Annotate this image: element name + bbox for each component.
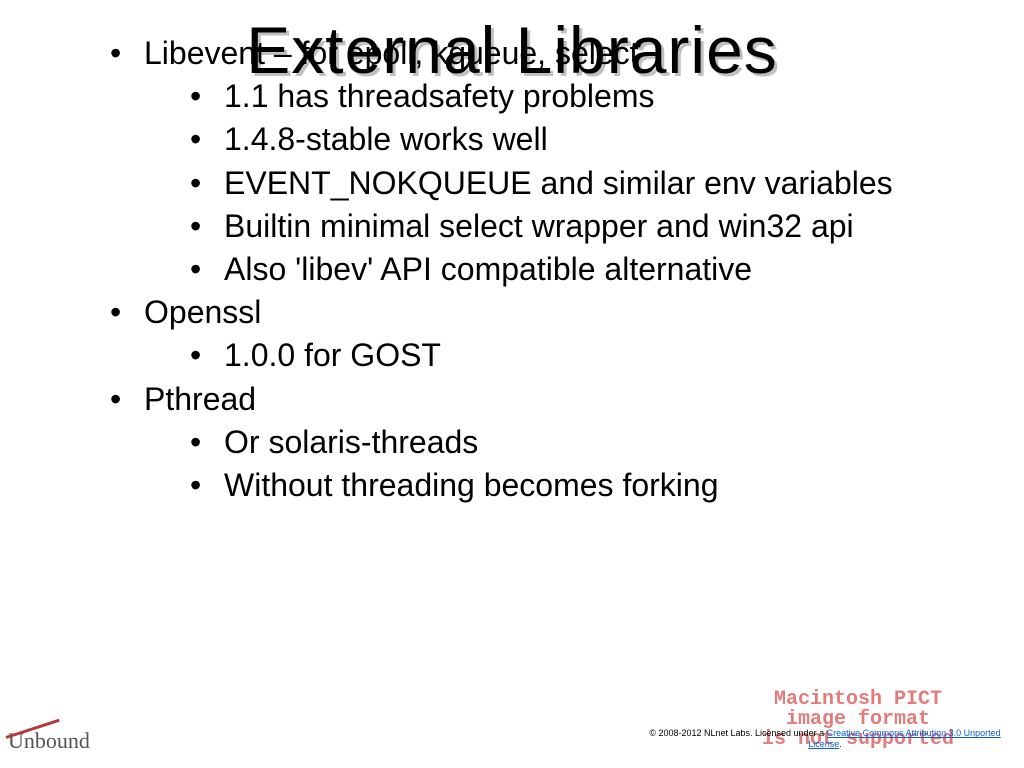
bullet-openssl: Openssl 1.0.0 for GOST (110, 291, 984, 377)
license-footer: © 2008-2012 NLnet Labs. Licensed under a… (640, 728, 1010, 750)
bullet-solaris-threads: Or solaris-threads (190, 421, 984, 464)
license-link[interactable]: Creative Commons Attribution 3.0 Unporte… (808, 728, 1000, 749)
license-prefix: © 2008-2012 NLnet Labs. Licensed under a (649, 728, 826, 738)
unbound-logo: Unbound (8, 728, 90, 754)
bullet-builtin-select: Builtin minimal select wrapper and win32… (190, 205, 984, 248)
bullet-openssl-gost: 1.0.0 for GOST (190, 334, 984, 377)
bullet-libev: Also 'libev' API compatible alternative (190, 248, 984, 291)
sub-list: Or solaris-threads Without threading bec… (190, 421, 984, 507)
bullet-pthread: Pthread Or solaris-threads Without threa… (110, 378, 984, 508)
slide: External Libraries Libevent – for epoll,… (0, 0, 1024, 768)
bullet-text: Libevent – for epoll, kqueue, select (144, 35, 639, 71)
bullet-text: Openssl (144, 294, 261, 330)
sub-list: EVENT_NOKQUEUE and similar env variables… (190, 162, 984, 292)
slide-body: Libevent – for epoll, kqueue, select 1.1… (110, 32, 984, 507)
bullet-text: Pthread (144, 381, 256, 417)
bullet-libevent-1-4-8: 1.4.8-stable works well (190, 118, 984, 161)
bullet-libevent-1-1: 1.1 has threadsafety problems (190, 75, 984, 118)
bullet-list: Libevent – for epoll, kqueue, select 1.1… (110, 32, 984, 507)
sub-list: 1.0.0 for GOST (190, 334, 984, 377)
bullet-libevent: Libevent – for epoll, kqueue, select 1.1… (110, 32, 984, 291)
bullet-forking: Without threading becomes forking (190, 464, 984, 507)
bullet-event-nokqueue: EVENT_NOKQUEUE and similar env variables (190, 162, 984, 205)
sub-list: 1.1 has threadsafety problems 1.4.8-stab… (190, 75, 984, 161)
license-suffix: . (839, 739, 842, 749)
